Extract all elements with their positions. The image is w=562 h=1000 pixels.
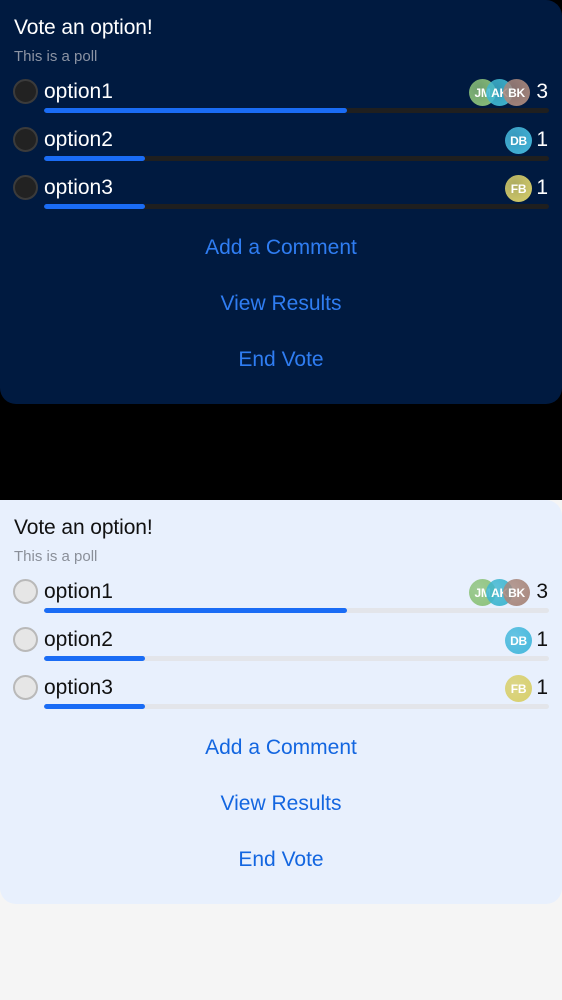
poll-title: Vote an option!	[14, 16, 153, 39]
poll-card: Vote an option! This is a poll option1 J…	[0, 0, 562, 404]
progress-fill	[44, 656, 145, 661]
avatar: FB	[505, 675, 532, 702]
option-radio[interactable]	[13, 627, 38, 652]
poll-title: Vote an option!	[14, 516, 153, 539]
poll-option[interactable]: option3 FB 1	[0, 175, 562, 223]
add-comment-button[interactable]: Add a Comment	[0, 236, 562, 260]
end-vote-button[interactable]: End Vote	[0, 348, 562, 372]
vote-count: 1	[536, 128, 548, 151]
option-label: option3	[44, 176, 113, 199]
option-radio[interactable]	[13, 127, 38, 152]
poll-option[interactable]: option1 JM AK BK 3	[0, 579, 562, 627]
option-label: option2	[44, 128, 113, 151]
poll-subtitle: This is a poll	[14, 548, 98, 565]
option-label: option3	[44, 676, 113, 699]
view-results-button[interactable]: View Results	[0, 792, 562, 816]
option-radio[interactable]	[13, 579, 38, 604]
poll-option[interactable]: option2 DB 1	[0, 127, 562, 175]
progress-fill	[44, 608, 347, 613]
progress-bar	[44, 704, 549, 709]
option-label: option1	[44, 80, 113, 103]
avatar: FB	[505, 175, 532, 202]
progress-bar	[44, 608, 549, 613]
option-label: option1	[44, 580, 113, 603]
progress-bar	[44, 204, 549, 209]
vote-count: 3	[536, 80, 548, 103]
progress-bar	[44, 656, 549, 661]
option-radio[interactable]	[13, 79, 38, 104]
progress-bar	[44, 108, 549, 113]
poll-option[interactable]: option3 FB 1	[0, 675, 562, 723]
progress-fill	[44, 704, 145, 709]
poll-option[interactable]: option2 DB 1	[0, 627, 562, 675]
option-label: option2	[44, 628, 113, 651]
option-radio[interactable]	[13, 175, 38, 200]
vote-count: 1	[536, 676, 548, 699]
progress-fill	[44, 108, 347, 113]
vote-count: 1	[536, 628, 548, 651]
progress-fill	[44, 156, 145, 161]
poll-option[interactable]: option1 JM AK BK 3	[0, 79, 562, 127]
vote-count: 3	[536, 580, 548, 603]
progress-bar	[44, 156, 549, 161]
view-results-button[interactable]: View Results	[0, 292, 562, 316]
poll-section-dark: Vote an option! This is a poll option1 J…	[0, 0, 562, 500]
poll-subtitle: This is a poll	[14, 48, 98, 65]
avatar: BK	[503, 579, 530, 606]
poll-card: Vote an option! This is a poll option1 J…	[0, 500, 562, 904]
progress-fill	[44, 204, 145, 209]
avatar: BK	[503, 79, 530, 106]
poll-section-light: Vote an option! This is a poll option1 J…	[0, 500, 562, 1000]
avatar: DB	[505, 627, 532, 654]
avatar: DB	[505, 127, 532, 154]
end-vote-button[interactable]: End Vote	[0, 848, 562, 872]
add-comment-button[interactable]: Add a Comment	[0, 736, 562, 760]
vote-count: 1	[536, 176, 548, 199]
option-radio[interactable]	[13, 675, 38, 700]
